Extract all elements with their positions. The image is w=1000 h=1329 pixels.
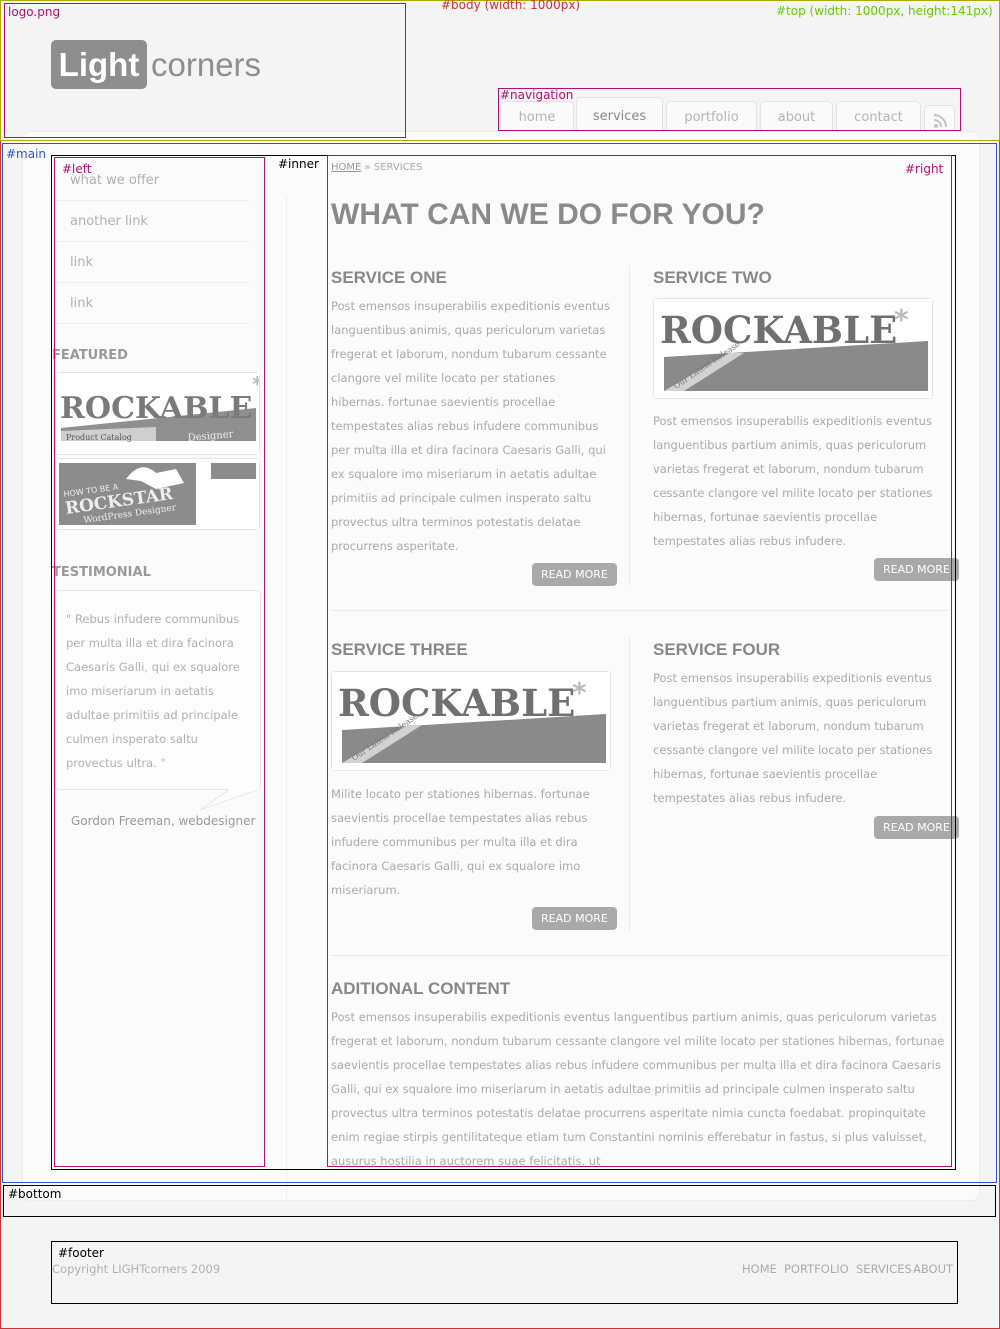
footer-frame	[51, 1241, 958, 1304]
body-frame-label: #body (width: 1000px)	[441, 0, 581, 12]
left-frame-label: #left	[62, 162, 92, 176]
navigation-frame-label: #navigation	[500, 88, 574, 102]
right-frame	[327, 155, 952, 1167]
footer-frame-label: #footer	[58, 1246, 104, 1260]
top-frame-label: #top (width: 1000px, height:141px)	[776, 4, 993, 18]
bottom-frame	[3, 1185, 996, 1217]
right-frame-label: #right	[905, 162, 944, 176]
logo-frame-label: logo.png	[8, 5, 61, 19]
left-frame	[54, 157, 265, 1167]
logo-frame	[4, 3, 406, 138]
inner-frame-label: #inner	[278, 157, 319, 171]
bottom-frame-label: #bottom	[8, 1187, 62, 1201]
main-frame-label: #main	[6, 147, 47, 161]
